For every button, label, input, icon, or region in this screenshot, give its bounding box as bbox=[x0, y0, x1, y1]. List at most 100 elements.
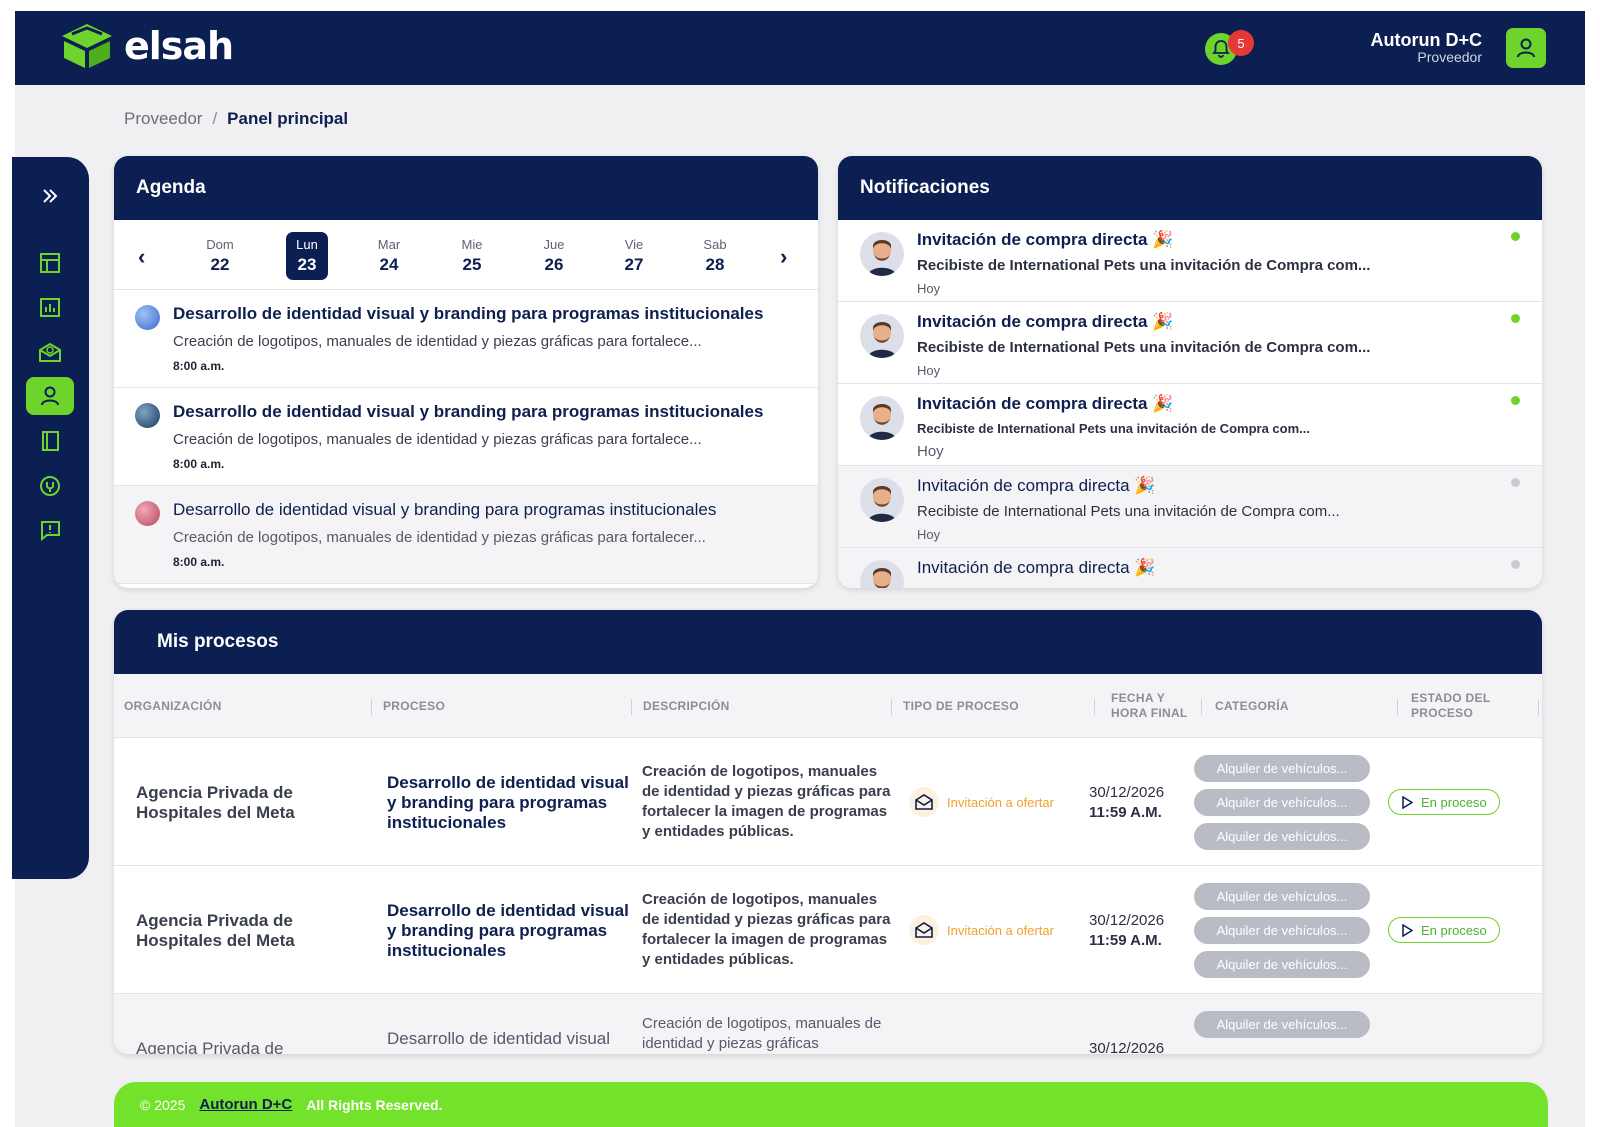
sidebar-item-feedback[interactable] bbox=[26, 511, 74, 549]
table-row[interactable]: Agencia Privada de Hospitales del Meta D… bbox=[114, 738, 1542, 866]
mail-badge-icon bbox=[39, 342, 61, 362]
process-type-label: Invitación a ofertar bbox=[947, 922, 1054, 938]
category-pill[interactable]: Alquiler de vehículos... bbox=[1194, 789, 1370, 816]
day-number: 27 bbox=[624, 255, 644, 274]
table-header: ORGANIZACIÓN PROCESO DESCRIPCIÓN TIPO DE… bbox=[114, 674, 1542, 738]
process-type-label: Invitación a ofertar bbox=[947, 794, 1054, 810]
column-header[interactable]: DESCRIPCIÓN bbox=[643, 674, 730, 738]
column-header[interactable]: FECHA Y HORA FINAL bbox=[1111, 674, 1193, 738]
person-avatar-icon bbox=[868, 322, 896, 358]
person-avatar-icon bbox=[868, 404, 896, 440]
day-mar[interactable]: Mar 24 bbox=[368, 232, 410, 280]
sidebar-item-dashboard[interactable] bbox=[26, 244, 74, 282]
notification-desc: Recibiste de International Pets una invi… bbox=[917, 339, 1371, 356]
category-pill[interactable]: Alquiler de vehículos... bbox=[1194, 755, 1370, 782]
notifications-title: Notificaciones bbox=[838, 156, 1542, 220]
row-end-date: 30/12/2026 11:59 A.M. bbox=[1089, 911, 1164, 951]
agenda-item[interactable]: Desarrollo de identidad visual y brandin… bbox=[114, 290, 818, 388]
sidebar-item-invitations[interactable] bbox=[26, 333, 74, 371]
footer-company-link[interactable]: Autorun D+C bbox=[199, 1096, 292, 1113]
row-categories: Alquiler de vehículos... Alquiler de veh… bbox=[1194, 883, 1370, 978]
event-thumbnail bbox=[135, 501, 160, 526]
sidebar-item-catalog[interactable] bbox=[26, 422, 74, 460]
table-row[interactable]: Agencia Privada de Desarrollo de identid… bbox=[114, 994, 1542, 1054]
row-process-link[interactable]: Desarrollo de identidad visual bbox=[387, 1029, 632, 1049]
day-name: Dom bbox=[206, 237, 234, 252]
row-organization: Agencia Privada de Hospitales del Meta bbox=[136, 783, 295, 822]
row-process-link[interactable]: Desarrollo de identidad visual y brandin… bbox=[387, 773, 632, 833]
user-avatar-button[interactable] bbox=[1506, 28, 1546, 68]
sidebar-item-reports[interactable] bbox=[26, 288, 74, 326]
day-vie[interactable]: Vie 27 bbox=[613, 232, 655, 280]
day-sab[interactable]: Sab 28 bbox=[694, 232, 736, 280]
prev-week-button[interactable]: ‹ bbox=[138, 244, 145, 270]
agenda-item[interactable]: Desarrollo de identidad visual y brandin… bbox=[114, 388, 818, 486]
category-pill[interactable]: Alquiler de vehículos... bbox=[1194, 951, 1370, 978]
notification-item[interactable]: Invitación de compra directa 🎉 Recibiste… bbox=[838, 220, 1542, 302]
notification-item[interactable]: Invitación de compra directa 🎉 Recibiste… bbox=[838, 302, 1542, 384]
sender-avatar bbox=[860, 396, 904, 440]
play-icon bbox=[1402, 795, 1413, 809]
notification-title: Invitación de compra directa 🎉 bbox=[917, 476, 1156, 495]
unread-indicator bbox=[1511, 232, 1520, 241]
end-date: 30/12/2026 bbox=[1089, 912, 1165, 929]
category-pill[interactable]: Alquiler de vehículos... bbox=[1194, 1011, 1370, 1038]
agenda-item[interactable]: Desarrollo de identidad visual y brandin… bbox=[114, 486, 818, 584]
row-process-link[interactable]: Desarrollo de identidad visual y brandin… bbox=[387, 901, 632, 961]
brand-logo[interactable]: elsah bbox=[58, 22, 234, 70]
category-pill[interactable]: Alquiler de vehículos... bbox=[1194, 883, 1370, 910]
breadcrumb: Proveedor / Panel principal bbox=[124, 109, 348, 129]
column-header[interactable]: TIPO DE PROCESO bbox=[903, 674, 1019, 738]
notification-time: Hoy bbox=[917, 281, 941, 296]
column-header[interactable]: ORGANIZACIÓN bbox=[124, 674, 222, 738]
sidebar-item-support[interactable] bbox=[26, 467, 74, 505]
sender-avatar bbox=[860, 232, 904, 276]
notification-desc: Recibiste de International Pets una invi… bbox=[917, 503, 1340, 520]
notification-count-badge: 5 bbox=[1228, 30, 1254, 56]
day-lun[interactable]: Lun 23 bbox=[286, 232, 328, 280]
category-pill[interactable]: Alquiler de vehículos... bbox=[1194, 823, 1370, 850]
column-header[interactable]: ESTADO DEL PROCESO bbox=[1411, 674, 1511, 738]
footer-rights: All Rights Reserved. bbox=[306, 1096, 443, 1113]
day-name: Sab bbox=[703, 237, 727, 252]
agenda-item-desc: Creación de logotipos, manuales de ident… bbox=[173, 529, 706, 546]
column-header[interactable]: CATEGORÍA bbox=[1215, 674, 1289, 738]
row-process-type: Invitación a ofertar bbox=[909, 787, 1054, 817]
day-mie[interactable]: Mie 25 bbox=[451, 232, 493, 280]
day-dom[interactable]: Dom 22 bbox=[199, 232, 241, 280]
notification-item[interactable]: Invitación de compra directa 🎉 Recibiste… bbox=[838, 384, 1542, 466]
support-icon bbox=[40, 476, 60, 496]
play-icon bbox=[1402, 923, 1413, 937]
agenda-item-title: Desarrollo de identidad visual y brandin… bbox=[173, 402, 764, 421]
day-number: 28 bbox=[705, 255, 725, 274]
category-pill[interactable]: Alquiler de vehículos... bbox=[1194, 917, 1370, 944]
notification-item[interactable]: Invitación de compra directa 🎉 Recibiste… bbox=[838, 466, 1542, 548]
user-name: Autorun D+C bbox=[1370, 30, 1483, 50]
notification-item[interactable]: Invitación de compra directa 🎉 bbox=[838, 548, 1542, 588]
sidebar-expand-button[interactable] bbox=[26, 177, 74, 215]
brand-name: elsah bbox=[124, 24, 234, 68]
column-header[interactable]: PROCESO bbox=[383, 674, 445, 738]
status-badge[interactable]: En proceso bbox=[1388, 789, 1500, 815]
row-end-date: 30/12/2026 bbox=[1089, 1039, 1164, 1054]
table-row[interactable]: Agencia Privada de Hospitales del Meta D… bbox=[114, 866, 1542, 994]
sidebar-item-profile[interactable] bbox=[26, 377, 74, 415]
next-week-button[interactable]: › bbox=[780, 244, 787, 270]
notification-time: Hoy bbox=[917, 363, 941, 378]
day-jue[interactable]: Jue 26 bbox=[533, 232, 575, 280]
breadcrumb-root-link[interactable]: Proveedor bbox=[124, 109, 202, 129]
day-name: Mie bbox=[461, 237, 483, 252]
notification-title: Invitación de compra directa 🎉 bbox=[917, 558, 1156, 577]
row-organization: Agencia Privada de bbox=[136, 1039, 284, 1054]
footer-copyright: © 2025 bbox=[140, 1096, 186, 1113]
day-name: Vie bbox=[624, 237, 644, 252]
status-badge[interactable]: En proceso bbox=[1388, 917, 1500, 943]
feedback-icon bbox=[41, 521, 60, 541]
row-description: Creación de logotipos, manuales de ident… bbox=[642, 763, 891, 840]
notification-title: Invitación de compra directa 🎉 bbox=[917, 312, 1174, 331]
column-divider bbox=[371, 699, 372, 715]
agenda-card: Agenda ‹ Dom 22 Lun 23 Mar 24 Mie 25 Jue 26 V… bbox=[114, 156, 818, 588]
row-categories: Alquiler de vehículos... bbox=[1194, 1011, 1370, 1038]
processes-title: Mis procesos bbox=[114, 610, 1542, 674]
sidebar bbox=[12, 157, 89, 879]
